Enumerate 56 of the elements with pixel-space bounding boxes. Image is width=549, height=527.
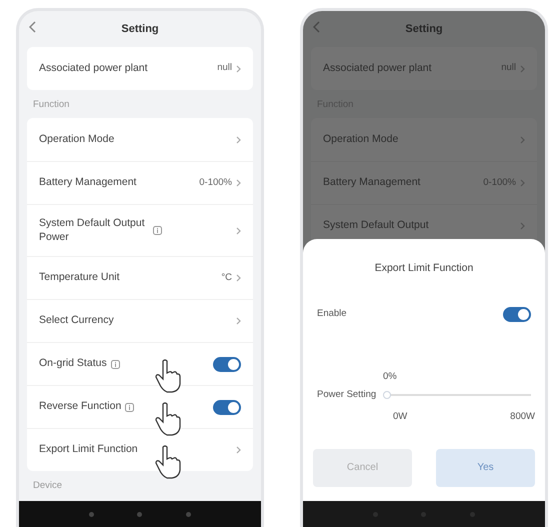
toggle-switch[interactable]: [213, 400, 241, 415]
chevron-icon: [236, 274, 241, 282]
row-label: System Default Output: [323, 218, 429, 234]
chevron-icon: [520, 179, 525, 188]
settings-row[interactable]: Select Currency: [27, 299, 253, 342]
chevron-icon: [520, 64, 525, 72]
settings-row[interactable]: Battery Management 0-100%: [27, 161, 253, 204]
nav-button[interactable]: [137, 512, 142, 516]
row-value: null: [501, 61, 516, 76]
settings-row[interactable]: Associated power plant null: [27, 47, 253, 90]
chevron-icon: [236, 64, 241, 72]
row-label: Associated power plant: [39, 60, 148, 76]
row-value: null: [217, 61, 232, 76]
nav-button[interactable]: [186, 512, 192, 516]
chevron-icon: [236, 317, 241, 326]
nav-button[interactable]: [88, 512, 94, 516]
settings-row[interactable]: System Default Output Power: [27, 204, 253, 256]
row-value: 0-100%: [483, 176, 516, 190]
screen-title: Setting: [121, 22, 159, 37]
slider-max-label: 800W: [510, 410, 535, 424]
settings-row[interactable]: Temperature Unit °C: [27, 256, 253, 300]
section-header: Device: [32, 479, 64, 494]
enable-label: Enable: [317, 307, 347, 322]
row-label: Temperature Unit: [39, 270, 120, 286]
sheet-title: Export Limit Function: [374, 261, 474, 276]
slider-min-label: 0W: [393, 410, 408, 424]
chevron-icon: [236, 226, 241, 235]
row-label: On-grid Status: [39, 356, 107, 372]
settings-row[interactable]: On-grid Status: [27, 342, 253, 386]
chevron-icon: [520, 136, 525, 144]
chevron-icon: [236, 179, 241, 188]
row-label: Battery Management: [39, 175, 136, 190]
row-value: 0-100%: [199, 176, 232, 190]
row-label: Operation Mode: [39, 132, 114, 147]
chevron-icon: [236, 446, 241, 454]
settings-row[interactable]: Reverse Function: [27, 385, 253, 428]
toggle-switch[interactable]: [213, 356, 241, 372]
row-label: Select Currency: [39, 313, 114, 328]
chevron-icon: [236, 136, 241, 144]
row-value: °C: [221, 271, 232, 286]
back-icon[interactable]: [29, 21, 36, 33]
section-header: Function: [32, 98, 70, 112]
slider-reading: 0%: [383, 370, 398, 384]
row-label: Reverse Function: [39, 399, 122, 414]
settings-row[interactable]: Operation Mode: [27, 118, 253, 162]
row-label: Export Limit Function: [39, 442, 138, 458]
row-label: Battery Management: [323, 175, 420, 190]
slider-label: Power Setting: [317, 388, 376, 402]
toggle-switch[interactable]: [503, 306, 531, 322]
row-label: System Default Output Power: [39, 217, 146, 244]
screen-title: Setting: [405, 22, 443, 37]
chevron-icon: [520, 222, 525, 230]
back-icon[interactable]: [313, 21, 320, 33]
row-label: Operation Mode: [323, 132, 398, 147]
row-label: Associated power plant: [323, 60, 432, 76]
settings-row[interactable]: Export Limit Function: [27, 428, 253, 472]
